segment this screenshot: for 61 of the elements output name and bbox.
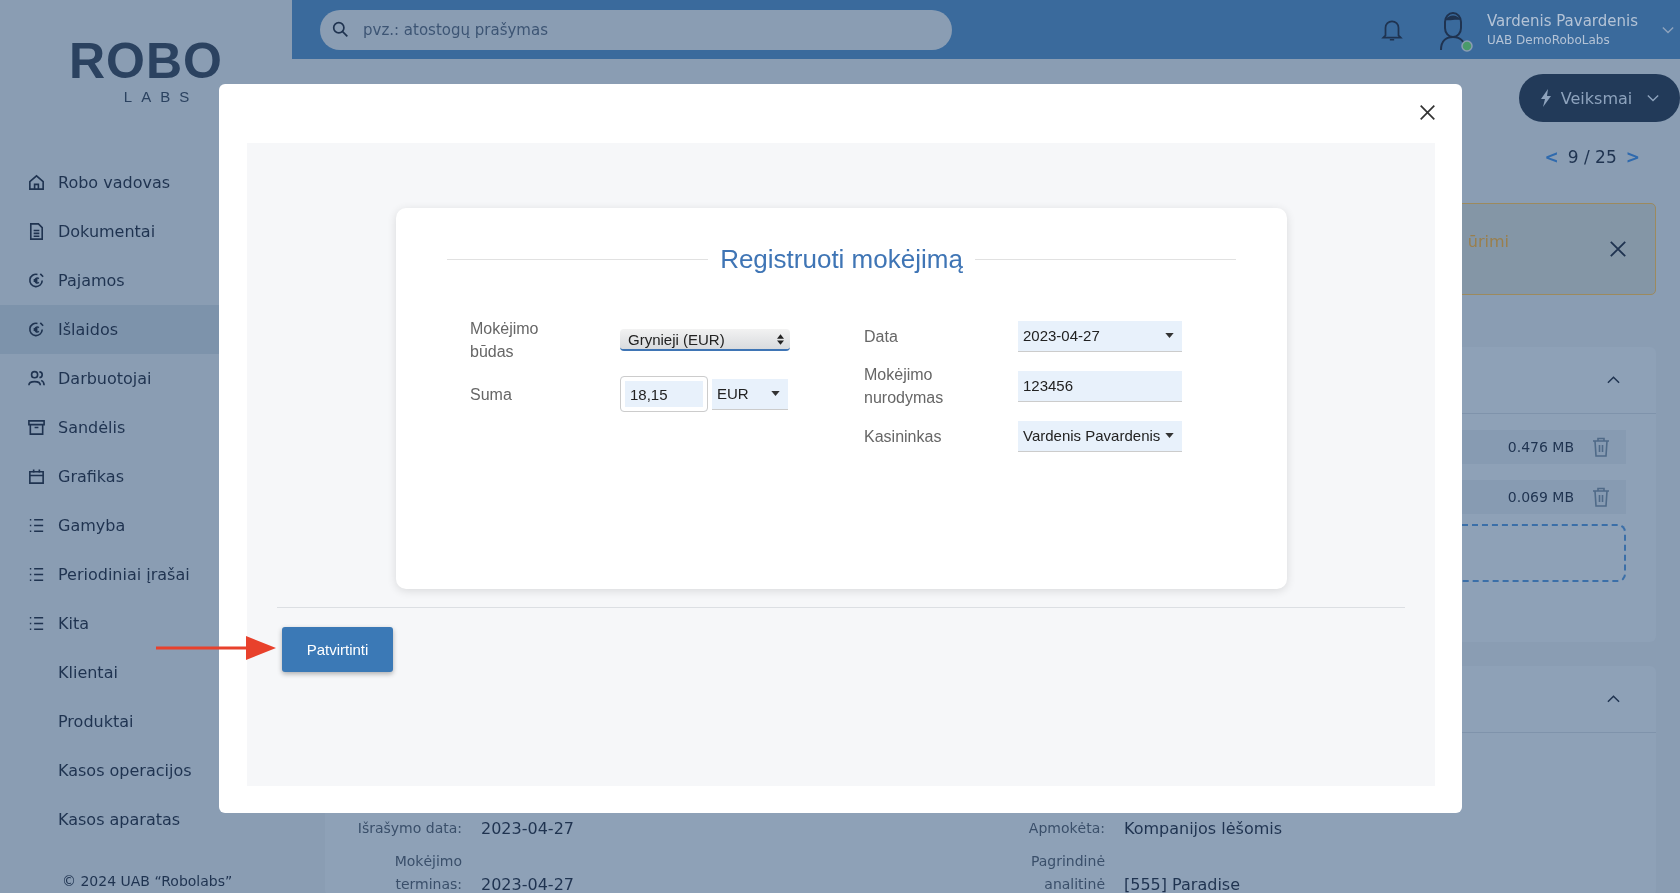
dialog-title: Registruoti mokėjimą: [720, 244, 963, 275]
currency-dropdown[interactable]: EUR: [712, 378, 788, 410]
archive-icon: [27, 418, 46, 437]
detail-label: Išrašymo data:: [356, 819, 462, 838]
nav-item[interactable]: Sandėlis: [0, 403, 292, 452]
detail-value: 2023-04-27: [481, 818, 575, 840]
field-label: Kasininkas: [864, 426, 943, 447]
field-label: Suma: [470, 384, 513, 405]
nav-item[interactable]: Gamyba: [0, 501, 292, 550]
nav-item[interactable]: Grafikas: [0, 452, 292, 501]
home-icon: [27, 173, 46, 192]
confirm-button[interactable]: Patvirtinti: [282, 627, 393, 672]
chevron-down-icon[interactable]: [1662, 25, 1674, 34]
caret-icon: [771, 391, 780, 396]
document-icon: [27, 222, 46, 241]
nav-item[interactable]: Pajamos: [0, 256, 292, 305]
field-label: Mokėjimo nurodymas: [864, 365, 945, 408]
actions-button[interactable]: Veiksmai: [1519, 74, 1680, 122]
calendar-icon: [27, 467, 46, 486]
detail-label: Pagrindinė analitinė: [1029, 852, 1105, 893]
search-icon: [332, 20, 349, 38]
logo-subtitle: LABS: [87, 88, 205, 105]
dropdown-field[interactable]: 2023-04-27: [1018, 320, 1182, 352]
list-icon: [27, 565, 46, 584]
nav-subitem[interactable]: Kasos aparatas: [0, 795, 292, 844]
dropdown-field[interactable]: Vardenis Pavardenis: [1018, 420, 1182, 452]
alert-text: ūrimi: [1467, 231, 1509, 251]
company-name: UAB DemoRoboLabs: [1487, 33, 1611, 47]
list-icon: [27, 614, 46, 633]
detail-label: Mokėjimo terminas:: [393, 852, 462, 893]
nav-item[interactable]: Dokumentai: [0, 207, 292, 256]
search-field[interactable]: pvz.: atostogų prašymas: [320, 9, 952, 50]
close-icon[interactable]: [1419, 104, 1436, 121]
nav-item[interactable]: Periodiniai įrašai: [0, 550, 292, 599]
logo-wordmark: ROBO: [69, 36, 223, 86]
caret-icon: [1165, 333, 1174, 338]
chevron-up-icon[interactable]: [1607, 376, 1620, 384]
amount-field[interactable]: 18,15: [620, 376, 708, 412]
detail-value: [555] Paradise: [1124, 874, 1241, 893]
field-label: Data: [864, 326, 899, 347]
list-icon: [27, 516, 46, 535]
chevron-down-icon: [1647, 94, 1660, 102]
detail-value: 2023-04-27: [481, 874, 575, 893]
up-down-arrows-icon: [777, 333, 784, 345]
lightning-icon: [1539, 89, 1552, 107]
nav-item[interactable]: Darbuotojai: [0, 354, 292, 403]
input-field[interactable]: 123456: [1018, 370, 1182, 402]
file-size: 0.069 MB: [1507, 489, 1574, 505]
nav-item[interactable]: Robo vadovas: [0, 158, 292, 207]
caret-icon: [1165, 433, 1174, 438]
detail-value: Kompanijos lėšomis: [1124, 818, 1284, 840]
people-icon: [27, 369, 46, 388]
euro-coin-icon: [27, 271, 46, 290]
page-position: 9 / 25: [1567, 147, 1617, 167]
field-label: Mokėjimo būdas: [470, 319, 540, 362]
chevron-up-icon[interactable]: [1607, 695, 1620, 703]
user-name: Vardenis Pavardenis: [1487, 12, 1638, 30]
detail-label: Apmokėta:: [1027, 819, 1105, 838]
payment-method-select[interactable]: Grynieji (EUR): [620, 329, 790, 351]
euro-coin-icon: [27, 320, 46, 339]
file-size: 0.476 MB: [1507, 439, 1574, 455]
